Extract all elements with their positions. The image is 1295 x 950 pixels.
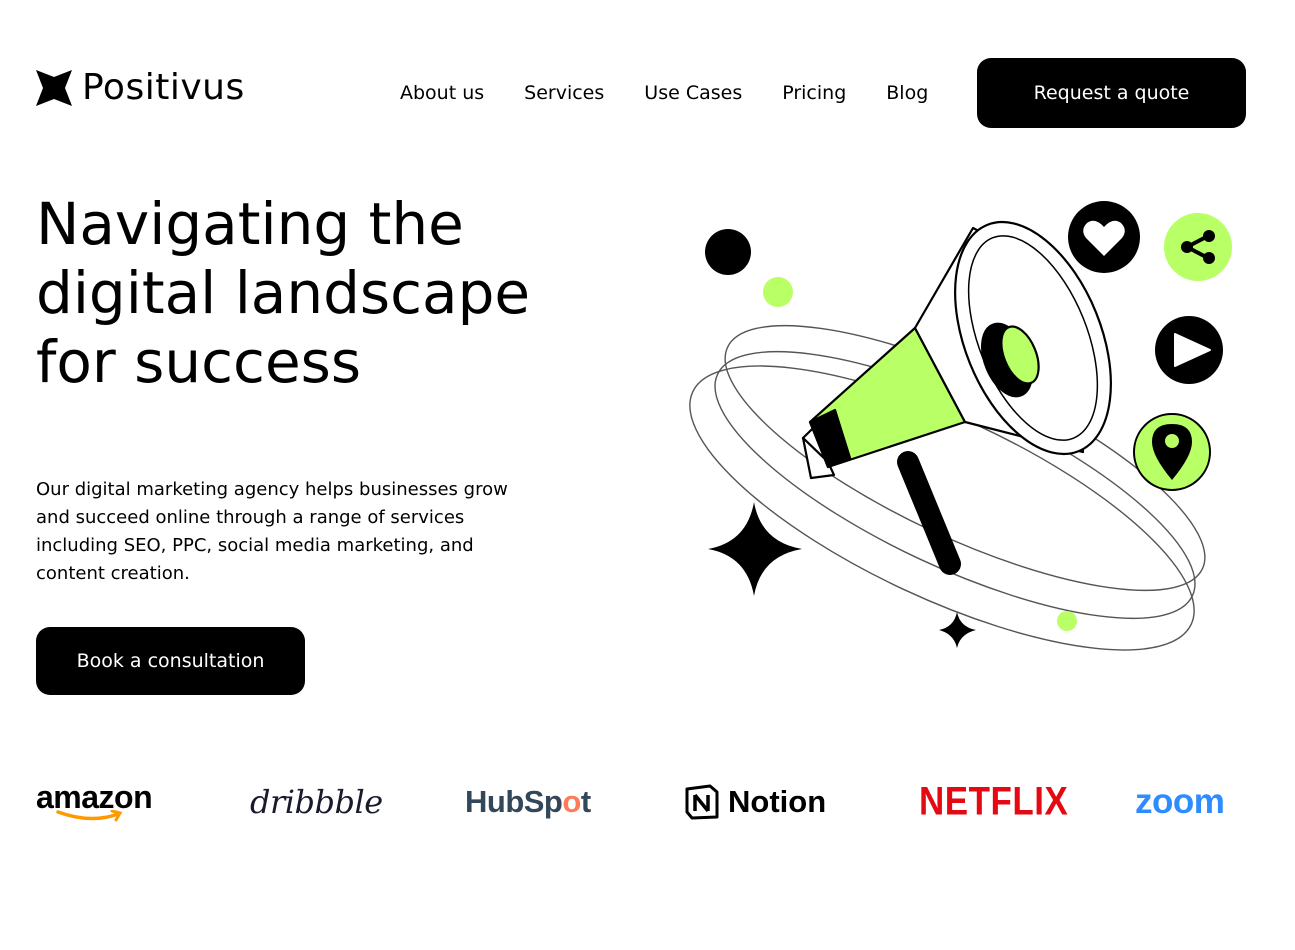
request-quote-button[interactable]: Request a quote	[977, 58, 1246, 128]
amazon-logo: amazon	[36, 780, 162, 824]
nav-services[interactable]: Services	[524, 82, 604, 104]
positivus-logo-icon	[36, 70, 72, 106]
dribbble-logo: dribbble	[250, 783, 383, 821]
hubspot-logo: HubSp o t	[465, 780, 597, 824]
main-nav: About us Services Use Cases Pricing Blog	[400, 82, 928, 104]
notion-logo: Notion	[684, 780, 832, 824]
headline-line-1: Navigating the	[36, 190, 464, 258]
hero-headline: Navigating the digital landscape for suc…	[36, 190, 596, 397]
green-dot-top	[763, 277, 793, 307]
nav-use-cases[interactable]: Use Cases	[644, 82, 742, 104]
heart-icon	[1068, 201, 1140, 273]
book-consultation-button[interactable]: Book a consultation	[36, 627, 305, 695]
notion-logo-text: Notion	[728, 784, 827, 819]
amazon-smile-icon	[56, 810, 123, 822]
logo-text: Positivus	[82, 67, 245, 108]
nav-about-us[interactable]: About us	[400, 82, 484, 104]
notion-icon	[685, 784, 719, 820]
hero-description: Our digital marketing agency helps busin…	[36, 479, 508, 584]
hubspot-sprocket: o	[562, 784, 581, 819]
play-icon	[1155, 316, 1223, 384]
nav-blog[interactable]: Blog	[886, 82, 928, 104]
location-pin-icon	[1133, 413, 1211, 491]
sparkle-icon	[708, 502, 802, 596]
green-dot-bottom	[1057, 611, 1077, 631]
hubspot-text-b: t	[580, 784, 591, 819]
headline-line-3: for success	[36, 328, 362, 396]
black-dot	[705, 229, 751, 275]
zoom-logo: zoom	[1135, 782, 1225, 821]
site-logo[interactable]: Positivus	[36, 70, 245, 106]
netflix-logo: NETFLIX	[919, 779, 1069, 824]
amazon-logo-text: amazon	[36, 779, 153, 815]
nav-pricing[interactable]: Pricing	[782, 82, 846, 104]
megaphone-handle	[897, 451, 961, 575]
headline-line-2: digital landscape	[36, 259, 531, 327]
hubspot-text-a: HubSp	[465, 784, 563, 819]
hero-illustration	[689, 201, 1232, 651]
share-icon	[1164, 213, 1232, 281]
